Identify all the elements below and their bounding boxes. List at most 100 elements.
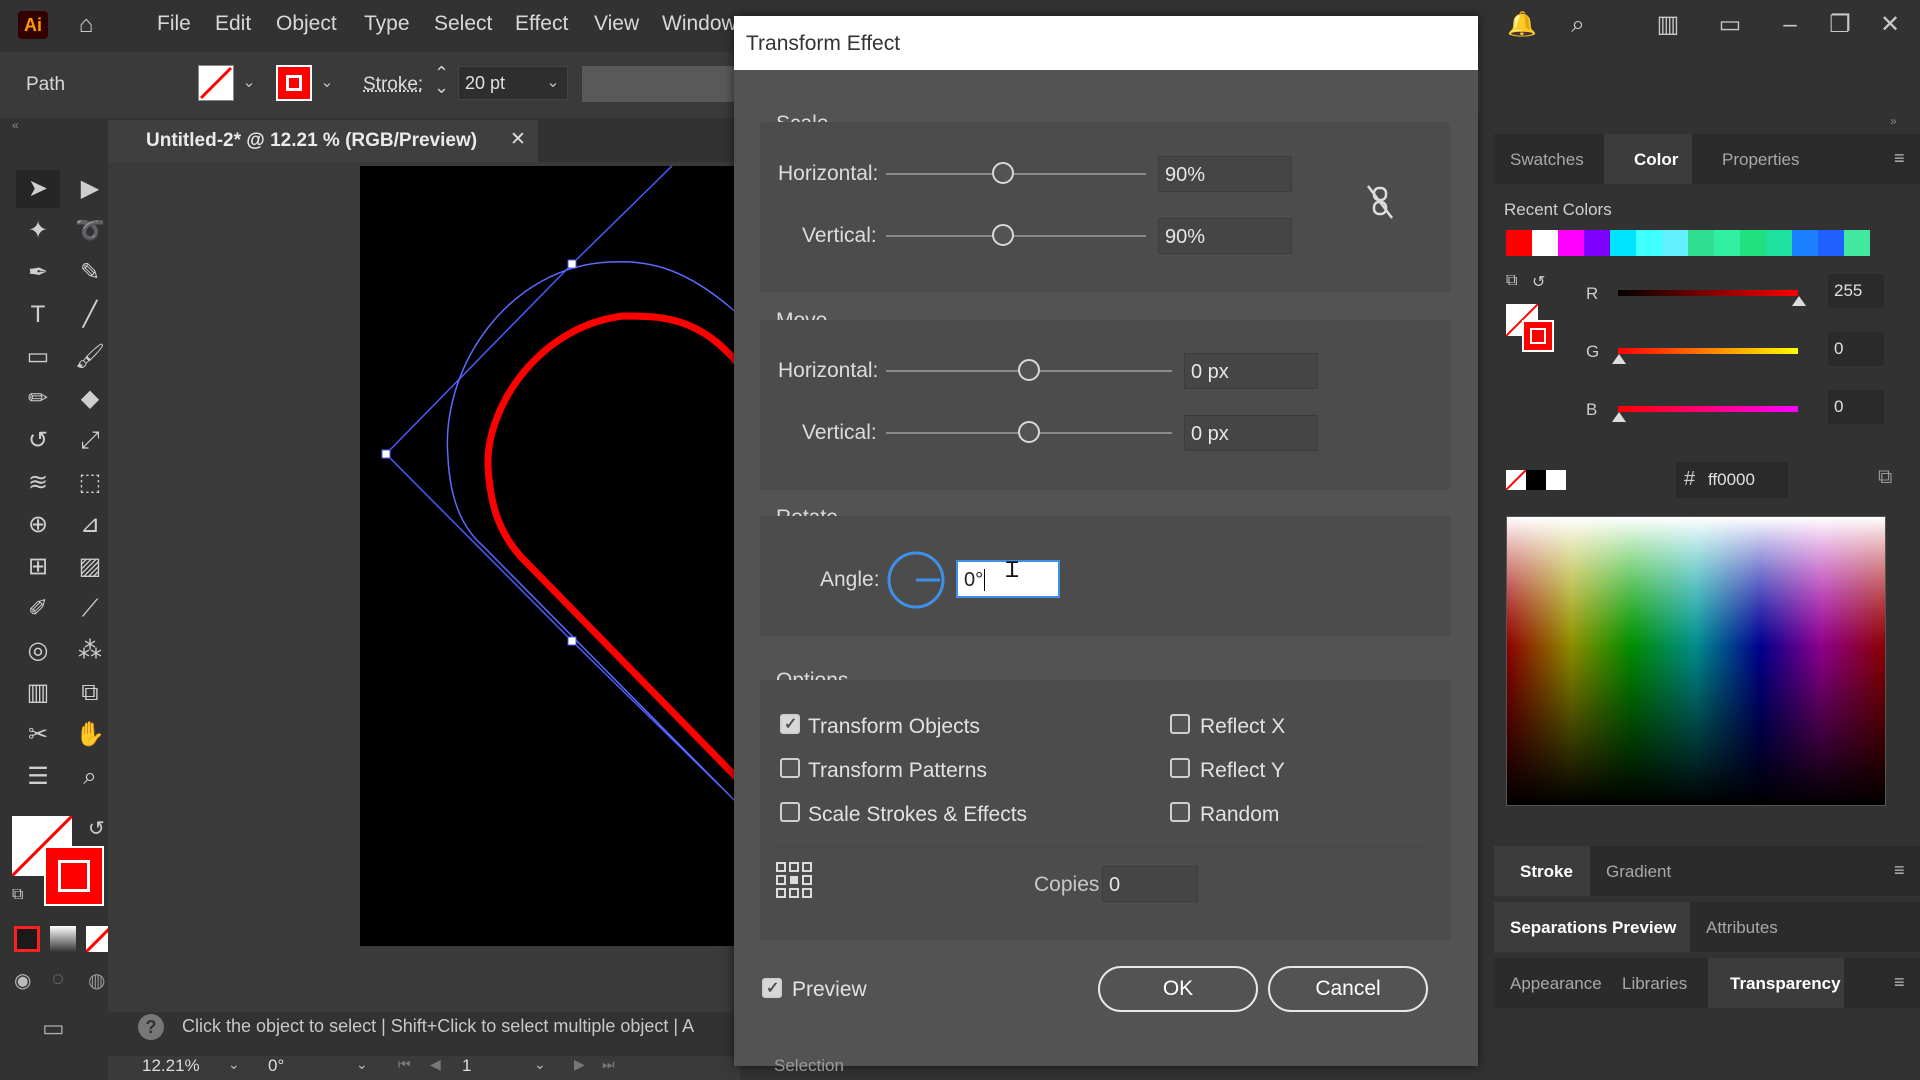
selection-tool-icon[interactable]: ➤ bbox=[16, 170, 60, 208]
unlink-icon[interactable] bbox=[1360, 182, 1400, 222]
stepper-icon[interactable]: ⌃ ⌄ bbox=[434, 64, 449, 96]
first-artboard-icon[interactable]: ⏮ bbox=[398, 1056, 411, 1073]
transform-objects-label[interactable]: Transform Objects bbox=[808, 715, 980, 739]
recent-color-swatch[interactable] bbox=[1740, 230, 1766, 256]
workspace-icon[interactable]: ▥ bbox=[1650, 8, 1686, 42]
line-tool-icon[interactable]: ╱ bbox=[68, 296, 112, 334]
collapse-icon[interactable]: « bbox=[0, 118, 108, 138]
tab-stroke-bg[interactable]: Stroke bbox=[1494, 846, 1590, 896]
r-slider-track[interactable] bbox=[1618, 290, 1798, 296]
angle-dial-icon[interactable] bbox=[886, 550, 946, 610]
align-tool-icon[interactable]: ☰ bbox=[16, 758, 60, 796]
b-slider-track[interactable] bbox=[1618, 406, 1798, 412]
eyedropper-tool-icon[interactable]: ✐ bbox=[16, 590, 60, 628]
scale-tool-icon[interactable]: ⤢ bbox=[68, 422, 112, 460]
dialog-title-bar[interactable]: Transform Effect bbox=[734, 16, 1478, 70]
panel-menu-icon[interactable]: ≡ bbox=[1894, 148, 1905, 169]
random-checkbox[interactable] bbox=[1170, 802, 1190, 822]
tab-libraries[interactable]: Libraries bbox=[1622, 974, 1687, 994]
recent-color-swatch[interactable] bbox=[1792, 230, 1818, 256]
color-mode-icon[interactable] bbox=[14, 926, 40, 952]
g-slider-thumb[interactable] bbox=[1612, 354, 1626, 364]
stroke-swatch[interactable] bbox=[276, 65, 312, 101]
menu-file[interactable]: File bbox=[157, 12, 191, 36]
next-artboard-icon[interactable]: ▶ bbox=[574, 1056, 585, 1073]
swap-icon[interactable]: ↺ bbox=[88, 816, 105, 841]
random-label[interactable]: Random bbox=[1200, 803, 1279, 827]
reflect-y-checkbox[interactable] bbox=[1170, 758, 1190, 778]
reference-point-icon[interactable] bbox=[776, 862, 812, 898]
cancel-button[interactable]: Cancel bbox=[1268, 966, 1428, 1012]
eraser-tool-icon[interactable]: ◆ bbox=[68, 380, 112, 418]
default-colors-icon[interactable]: ⧉ bbox=[1506, 272, 1517, 290]
rectangle-tool-icon[interactable]: ▭ bbox=[16, 338, 60, 376]
slice-tool-icon[interactable]: ✂ bbox=[16, 716, 60, 754]
close-window-icon[interactable]: ✕ bbox=[1872, 8, 1908, 42]
shape-builder-tool-icon[interactable]: ⊕ bbox=[16, 506, 60, 544]
reflect-x-label[interactable]: Reflect X bbox=[1200, 715, 1285, 739]
move-vertical-field[interactable]: 0 px bbox=[1184, 415, 1318, 451]
scale-horizontal-thumb[interactable] bbox=[992, 162, 1014, 184]
reflect-y-label[interactable]: Reflect Y bbox=[1200, 759, 1285, 783]
menu-edit[interactable]: Edit bbox=[215, 12, 251, 36]
shaper-tool-icon[interactable]: ✏ bbox=[16, 380, 60, 418]
move-vertical-thumb[interactable] bbox=[1018, 421, 1040, 443]
gradient-mode-icon[interactable] bbox=[50, 926, 76, 952]
ok-button[interactable]: OK bbox=[1098, 966, 1258, 1012]
menu-object[interactable]: Object bbox=[276, 12, 337, 36]
recent-color-swatch[interactable] bbox=[1714, 230, 1740, 256]
tab-properties[interactable]: Properties bbox=[1722, 150, 1799, 170]
pen-tool-icon[interactable]: ✒ bbox=[16, 254, 60, 292]
stroke-label[interactable]: Stroke: bbox=[363, 74, 423, 96]
r-slider-thumb[interactable] bbox=[1792, 296, 1806, 306]
rotation-value[interactable]: 0° bbox=[268, 1056, 284, 1076]
variable-width-profile[interactable] bbox=[582, 66, 742, 102]
recent-color-swatch[interactable] bbox=[1844, 230, 1870, 256]
artboard[interactable] bbox=[360, 166, 740, 946]
magic-wand-tool-icon[interactable]: ✦ bbox=[16, 212, 60, 250]
menu-type[interactable]: Type bbox=[364, 12, 410, 36]
tab-gradient[interactable]: Gradient bbox=[1606, 862, 1671, 882]
move-horizontal-thumb[interactable] bbox=[1018, 359, 1040, 381]
type-tool-icon[interactable]: T bbox=[16, 296, 60, 334]
g-value-field[interactable]: 0 bbox=[1828, 332, 1884, 366]
home-icon[interactable]: ⌂ bbox=[68, 8, 104, 42]
recent-color-swatch[interactable] bbox=[1506, 230, 1532, 256]
white-swatch[interactable] bbox=[1546, 470, 1566, 490]
panel-menu-icon[interactable]: ≡ bbox=[1894, 972, 1905, 993]
transform-objects-checkbox[interactable] bbox=[780, 714, 800, 734]
fill-swatch[interactable] bbox=[198, 65, 234, 101]
scale-vertical-field[interactable]: 90% bbox=[1158, 218, 1292, 254]
search-icon[interactable]: ⌕ bbox=[1560, 8, 1596, 42]
b-value-field[interactable]: 0 bbox=[1828, 390, 1884, 424]
zoom-level[interactable]: 12.21% bbox=[142, 1056, 200, 1076]
transform-patterns-checkbox[interactable] bbox=[780, 758, 800, 778]
recent-color-swatch[interactable] bbox=[1766, 230, 1792, 256]
tab-attributes[interactable]: Attributes bbox=[1706, 918, 1778, 938]
scale-vertical-thumb[interactable] bbox=[992, 224, 1014, 246]
scale-strokes-checkbox[interactable] bbox=[780, 802, 800, 822]
screen-mode-icon[interactable]: ▭ bbox=[42, 1014, 65, 1043]
chevron-down-icon[interactable]: ⌄ bbox=[544, 74, 562, 92]
artboard-tool-icon[interactable]: ⧉ bbox=[68, 674, 112, 712]
warp-tool-icon[interactable]: ≋ bbox=[16, 464, 60, 502]
default-colors-icon[interactable]: ⧉ bbox=[12, 886, 23, 904]
paintbrush-tool-icon[interactable]: 🖌 bbox=[68, 338, 112, 376]
tab-separations-bg[interactable]: Separations Preview bbox=[1494, 902, 1690, 952]
swap-icon[interactable]: ↺ bbox=[1532, 272, 1545, 292]
recent-color-swatch[interactable] bbox=[1662, 230, 1688, 256]
scale-strokes-label[interactable]: Scale Strokes & Effects bbox=[808, 803, 1027, 827]
chevron-down-icon[interactable]: ⌄ bbox=[356, 1056, 368, 1073]
draw-behind-icon[interactable]: ◌ bbox=[52, 968, 64, 991]
tab-color[interactable]: Color bbox=[1634, 150, 1678, 170]
none-swatch[interactable] bbox=[1505, 469, 1527, 491]
rotate-tool-icon[interactable]: ↺ bbox=[16, 422, 60, 460]
recent-color-swatch[interactable] bbox=[1818, 230, 1844, 256]
minimize-icon[interactable]: – bbox=[1772, 8, 1808, 42]
artwork[interactable] bbox=[360, 166, 740, 946]
free-transform-tool-icon[interactable]: ⬚ bbox=[68, 464, 112, 502]
zoom-tool-icon[interactable]: ⌕ bbox=[68, 758, 112, 796]
last-artboard-icon[interactable]: ⏭ bbox=[602, 1056, 615, 1073]
tab-color-bg[interactable]: Color bbox=[1604, 134, 1692, 184]
recent-color-swatch[interactable] bbox=[1688, 230, 1714, 256]
